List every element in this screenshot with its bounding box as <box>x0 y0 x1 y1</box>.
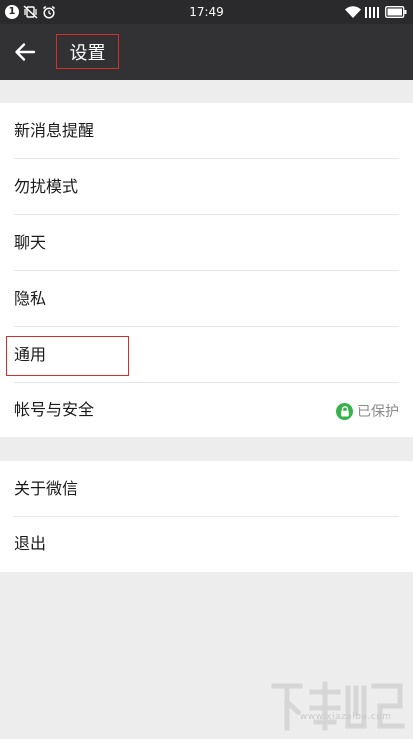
watermark-logo-icon <box>271 681 405 731</box>
settings-item-about-wechat[interactable]: 关于微信 <box>0 461 413 517</box>
page-title: 设置 <box>69 42 106 64</box>
settings-item-label: 关于微信 <box>14 479 79 498</box>
battery-icon <box>385 6 407 18</box>
settings-item-privacy[interactable]: 隐私 <box>0 271 413 327</box>
settings-item-account-security[interactable]: 帐号与安全 已保护 <box>0 383 413 437</box>
settings-item-label: 帐号与安全 <box>14 400 95 419</box>
settings-item-label: 隐私 <box>14 289 47 308</box>
title-highlight-box: 设置 <box>56 34 119 69</box>
account-protection-status: 已保护 <box>336 383 399 439</box>
settings-item-label: 勿扰模式 <box>14 177 79 196</box>
settings-item-label: 新消息提醒 <box>14 121 95 140</box>
settings-item-label: 退出 <box>14 534 47 553</box>
protection-status-text: 已保护 <box>357 404 399 420</box>
back-button[interactable] <box>12 39 38 65</box>
settings-item-label: 聊天 <box>14 233 47 252</box>
status-bar: 1 17:49 <box>0 0 413 24</box>
settings-group-main: 新消息提醒 勿扰模式 聊天 隐私 通用 帐号与安全 已保护 <box>0 103 413 437</box>
wifi-icon <box>345 6 361 18</box>
wechat-settings-screen: 1 17:49 设置 新消息提醒 勿扰模式 聊天 隐私 通用 帐号与安全 已保护… <box>0 0 413 739</box>
settings-item-general[interactable]: 通用 <box>0 327 413 383</box>
settings-item-new-message-notification[interactable]: 新消息提醒 <box>0 103 413 159</box>
settings-group-secondary: 关于微信 退出 <box>0 461 413 572</box>
settings-item-do-not-disturb[interactable]: 勿扰模式 <box>0 159 413 215</box>
title-bar: 设置 <box>0 24 413 80</box>
settings-item-chat[interactable]: 聊天 <box>0 215 413 271</box>
watermark-url: www.xiazaiba.com <box>300 712 392 722</box>
status-right-icons <box>345 4 407 20</box>
back-arrow-icon <box>15 43 36 61</box>
settings-item-label: 通用 <box>14 345 47 364</box>
lock-icon <box>336 402 353 420</box>
signal-strength-icon <box>365 6 381 18</box>
settings-item-logout[interactable]: 退出 <box>0 517 413 571</box>
